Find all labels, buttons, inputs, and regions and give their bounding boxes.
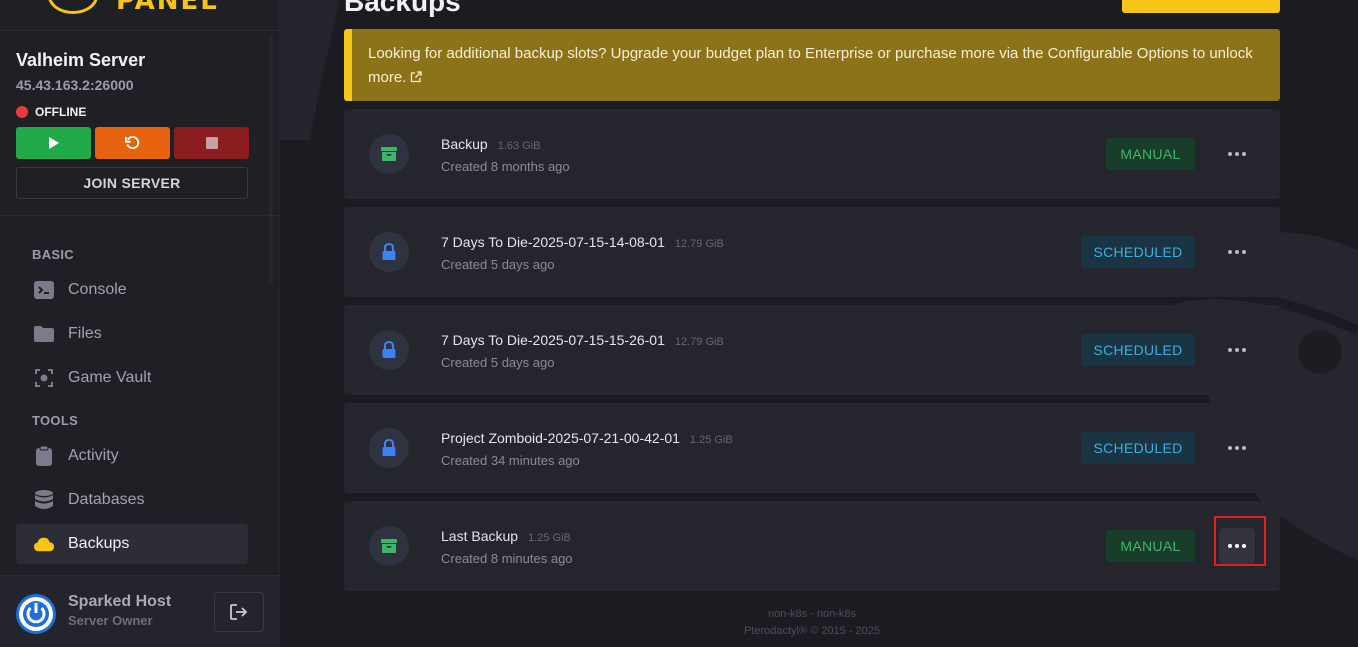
restart-icon — [125, 135, 140, 149]
sidebar-item-game-vault[interactable]: Game Vault — [16, 358, 248, 398]
sidebar-item-activity[interactable]: Activity — [16, 436, 248, 476]
backup-created: Created 8 minutes ago — [441, 551, 573, 566]
sidebar: PANEL Valheim Server 45.43.163.2:26000 O… — [0, 0, 280, 647]
more-icon — [1228, 544, 1232, 548]
lock-icon — [369, 428, 409, 468]
backup-name: Last Backup 1.25 GiB — [441, 528, 571, 544]
status-dot-icon — [16, 106, 28, 118]
console-icon — [34, 280, 54, 300]
user-bar: Sparked Host Server Owner — [0, 575, 280, 647]
backup-size: 1.25 GiB — [528, 532, 571, 544]
restart-button[interactable] — [95, 127, 170, 159]
backup-size: 12.79 GiB — [674, 238, 724, 250]
more-icon — [1228, 348, 1232, 352]
backup-size: 1.63 GiB — [497, 140, 541, 152]
more-icon — [1228, 152, 1232, 156]
server-name: Valheim Server — [16, 50, 146, 70]
server-ip: 45.43.163.2:26000 — [16, 77, 134, 93]
backup-name: Project Zomboid-2025-07-21-00-42-01 1.25 … — [441, 430, 733, 446]
start-button[interactable] — [16, 127, 91, 159]
sidebar-item-console[interactable]: Console — [16, 270, 248, 310]
sidebar-item-label: Databases — [68, 491, 145, 508]
database-icon — [34, 490, 54, 510]
backup-name: Backup 1.63 GiB — [441, 136, 541, 152]
page-title: Backups — [344, 0, 461, 17]
more-icon — [1228, 446, 1232, 450]
backup-created: Created 5 days ago — [441, 355, 555, 370]
status-badge: SCHEDULED — [1081, 432, 1195, 464]
cloud-icon — [34, 534, 54, 554]
sidebar-item-backups[interactable]: Backups — [16, 524, 248, 564]
logo-text: PANEL — [116, 0, 219, 16]
upgrade-notice: Looking for additional backup slots? Upg… — [344, 29, 1280, 101]
archive-icon — [369, 134, 409, 174]
sidebar-item-label: Backups — [68, 535, 130, 552]
backup-row[interactable]: Last Backup 1.25 GiB Created 8 minutes ag… — [344, 501, 1280, 591]
sidebar-divider — [0, 215, 280, 216]
logout-button[interactable] — [214, 592, 264, 632]
status-badge: SCHEDULED — [1081, 236, 1195, 268]
backup-menu-button[interactable] — [1219, 430, 1255, 466]
backup-created: Created 8 months ago — [441, 159, 570, 174]
vault-icon — [34, 368, 54, 388]
sidebar-item-label: Console — [68, 281, 127, 298]
join-server-button[interactable]: JOIN SERVER — [16, 167, 248, 199]
backup-menu-button[interactable] — [1219, 332, 1255, 368]
footer-env: non-k8s - non-k8s — [767, 608, 857, 620]
logout-icon — [230, 604, 248, 620]
stop-icon — [205, 137, 218, 149]
sidebar-item-label: Files — [68, 325, 102, 342]
backup-name: 7 Days To Die-2025-07-15-15-26-01 12.79 G… — [441, 332, 724, 348]
notice-text: Looking for additional backup slots? Upg… — [368, 45, 1253, 86]
power-logo-icon — [19, 597, 53, 631]
backup-created: Created 34 minutes ago — [441, 453, 580, 468]
lock-icon — [369, 330, 409, 370]
status-badge: MANUAL — [1106, 138, 1195, 170]
backup-size: 12.79 GiB — [674, 336, 724, 348]
backup-row[interactable]: Project Zomboid-2025-07-21-00-42-01 1.25 … — [344, 403, 1280, 493]
lock-icon — [369, 232, 409, 272]
power-controls — [16, 127, 249, 159]
backup-menu-button[interactable] — [1219, 136, 1255, 172]
play-icon — [48, 137, 59, 149]
user-role: Server Owner — [68, 613, 153, 628]
backup-row[interactable]: Backup 1.63 GiB Created 8 months ago MANU… — [344, 109, 1280, 199]
clipboard-icon — [34, 446, 54, 466]
sidebar-item-files[interactable]: Files — [16, 314, 248, 354]
nav-section-tools: TOOLS — [32, 413, 79, 428]
create-backup-button[interactable] — [1122, 0, 1280, 13]
user-name: Sparked Host — [68, 593, 172, 610]
backup-row[interactable]: 7 Days To Die-2025-07-15-14-08-01 12.79 G… — [344, 207, 1280, 297]
logo[interactable]: PANEL — [0, 0, 280, 31]
status-text: OFFLINE — [35, 105, 87, 119]
backup-name: 7 Days To Die-2025-07-15-14-08-01 12.79 G… — [441, 234, 724, 250]
status-badge: SCHEDULED — [1081, 334, 1195, 366]
backup-row[interactable]: 7 Days To Die-2025-07-15-15-26-01 12.79 G… — [344, 305, 1280, 395]
backup-menu-button[interactable] — [1219, 234, 1255, 270]
sidebar-item-label: Activity — [68, 447, 119, 464]
logo-icon — [48, 0, 98, 14]
sidebar-item-databases[interactable]: Databases — [16, 480, 248, 520]
folder-icon — [34, 324, 54, 344]
server-status: OFFLINE — [16, 105, 248, 119]
backup-created: Created 5 days ago — [441, 257, 555, 272]
nav-section-basic: BASIC — [32, 247, 74, 262]
sidebar-scrollbar[interactable] — [269, 34, 273, 284]
stop-button[interactable] — [174, 127, 249, 159]
backup-size: 1.25 GiB — [689, 434, 733, 446]
external-link-icon[interactable] — [410, 67, 422, 91]
sidebar-item-label: Game Vault — [68, 369, 152, 386]
server-info: Valheim Server 45.43.163.2:26000 OFFLINE — [16, 50, 248, 119]
more-icon — [1228, 250, 1232, 254]
footer-copyright: Pterodactyl® © 2015 - 2025 — [743, 625, 881, 637]
archive-icon — [369, 526, 409, 566]
backup-menu-button[interactable] — [1219, 528, 1255, 564]
status-badge: MANUAL — [1106, 530, 1195, 562]
avatar[interactable] — [16, 594, 56, 634]
